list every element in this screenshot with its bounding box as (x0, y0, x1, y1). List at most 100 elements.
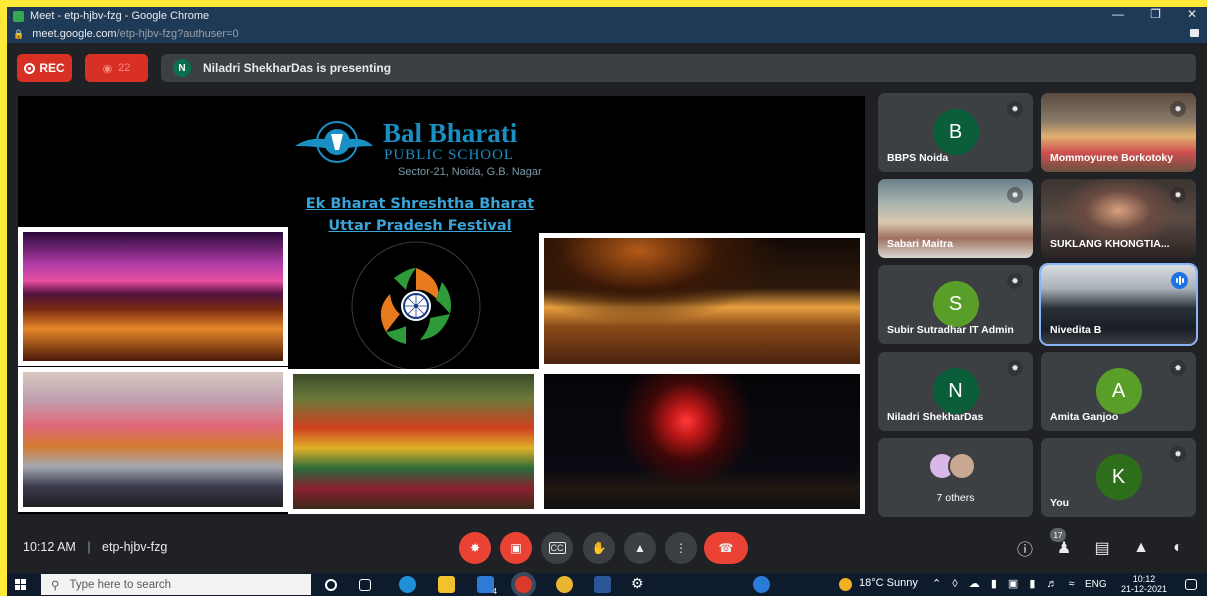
participant-tile[interactable]: A ✸ Amita Ganjoo (1041, 352, 1196, 431)
chrome-active-icon[interactable] (515, 576, 532, 593)
microphone-toggle-button[interactable]: ✸ (459, 532, 491, 564)
mail-badge: 4 (492, 587, 497, 596)
cortana-icon[interactable] (325, 579, 337, 591)
camera-indicator-icon[interactable] (1190, 29, 1199, 37)
photo-diyas (18, 227, 288, 366)
participant-name: Nivedita B (1050, 324, 1102, 336)
lock-icon[interactable]: 🔒 (13, 29, 24, 40)
system-tray-icons[interactable]: ⌃ ◊ ☁ ▮ ▣ ▮ ♬ ≈ (932, 577, 1079, 590)
participant-name: Niladri ShekharDas (887, 411, 984, 423)
viewers-button[interactable]: ◉ 22 (85, 54, 148, 82)
shield-icon: ◐ (1173, 539, 1183, 556)
host-controls-button[interactable]: ◐ (1167, 537, 1189, 559)
hand-icon: ✋ (591, 541, 607, 555)
leave-call-button[interactable]: ☎ (704, 532, 748, 564)
speaking-indicator-icon (1171, 272, 1188, 289)
eye-icon: ◉ (102, 62, 113, 75)
camera-off-icon: ▣ (510, 541, 522, 555)
captions-icon: CC (548, 542, 566, 554)
others-tile[interactable]: 7 others (878, 438, 1033, 517)
photo-fireworks (539, 369, 865, 514)
hang-up-icon: ☎ (718, 541, 734, 555)
mic-off-icon: ✸ (1007, 101, 1023, 117)
meeting-time: 10:12 AM (23, 540, 76, 554)
photo-ravan-dahan (539, 233, 865, 369)
chrome-icon[interactable] (556, 576, 573, 593)
help-icon[interactable] (753, 576, 770, 593)
school-name: Bal Bharati (383, 118, 518, 148)
mic-off-icon: ✸ (1007, 360, 1023, 376)
activities-button[interactable]: ▲ (1130, 537, 1152, 559)
task-view-icon[interactable] (359, 579, 371, 591)
mic-off-icon: ✸ (1170, 187, 1186, 203)
self-name: You (1050, 497, 1070, 509)
settings-icon[interactable]: ⚙ (631, 575, 648, 592)
participant-tile[interactable]: ✸ SUKLANG KHONGTIA... (1041, 179, 1196, 258)
language-indicator[interactable]: ENG (1085, 579, 1107, 590)
participant-tile-active-speaker[interactable]: Nivedita B (1039, 263, 1198, 346)
url-path: /etp-hjbv-fzg?authuser=0 (116, 28, 239, 40)
windows-start-icon[interactable] (15, 579, 26, 590)
taskbar-clock[interactable]: 10:12 21-12-2021 (1121, 574, 1167, 594)
record-icon (24, 62, 36, 74)
participant-avatar: B (932, 109, 979, 155)
clock-date: 21-12-2021 (1120, 584, 1167, 594)
presentation-slide: Bal Bharati PUBLIC SCHOOL Sector-21, Noi… (18, 96, 865, 514)
participant-avatar: N (932, 368, 979, 414)
mail-icon[interactable]: 4 (477, 576, 497, 596)
recording-label: REC (39, 61, 65, 75)
weather-text[interactable]: 18°C Sunny (859, 577, 918, 589)
participant-tile[interactable]: ✸ Mommoyuree Borkotoky (1041, 93, 1196, 172)
meeting-code: etp-hjbv-fzg (102, 540, 168, 554)
participant-name: Sabari Maitra (887, 238, 953, 250)
more-vert-icon: ⋮ (675, 541, 687, 555)
presenting-banner: N Niladri ShekharDas is presenting (161, 54, 1196, 82)
recording-button[interactable]: REC (17, 54, 72, 82)
participant-tile[interactable]: B ✸ BBPS Noida (878, 93, 1033, 172)
weather-icon[interactable] (839, 578, 852, 591)
present-icon: ▲ (634, 541, 646, 555)
window-title: Meet - etp-hjbv-fzg - Google Chrome (30, 10, 210, 22)
chat-button[interactable]: ▤ (1091, 537, 1113, 559)
photo-diyas-image (23, 232, 283, 361)
photo-folk-dance-image (293, 374, 534, 509)
ebsb-logo-icon (351, 241, 481, 371)
people-button[interactable]: 17 ♟ (1050, 528, 1075, 559)
restore-icon[interactable]: ❐ (1150, 7, 1161, 21)
taskbar-search-box[interactable]: ⚲ Type here to search (41, 574, 311, 595)
more-options-button[interactable]: ⋮ (665, 532, 697, 564)
self-tile[interactable]: K ✸ You (1041, 438, 1196, 517)
notifications-icon[interactable] (1185, 579, 1197, 590)
title-bar: Meet - etp-hjbv-fzg - Google Chrome — ❐ … (7, 7, 1207, 25)
participant-tile[interactable]: N ✸ Niladri ShekharDas (878, 352, 1033, 431)
camera-toggle-button[interactable]: ▣ (500, 532, 532, 564)
file-explorer-icon[interactable] (438, 576, 455, 593)
address-bar[interactable]: 🔒 meet.google.com /etp-hjbv-fzg?authuser… (7, 25, 1207, 43)
others-label: 7 others (936, 492, 975, 504)
captions-button[interactable]: CC (541, 532, 573, 564)
presenting-text: Niladri ShekharDas is presenting (203, 61, 392, 75)
participant-count-badge: 17 (1050, 528, 1066, 542)
minimize-icon[interactable]: — (1112, 7, 1124, 21)
clock-time: 10:12 (1132, 574, 1156, 584)
present-now-button[interactable]: ▲ (624, 532, 656, 564)
separator: | (87, 540, 91, 554)
edge-icon[interactable] (399, 576, 416, 593)
photo-ram-procession-image (23, 372, 283, 507)
slide-title-line1: Ek Bharat Shreshtha Bharat (305, 196, 535, 212)
participant-tile[interactable]: S ✸ Subir Sutradhar IT Admin (878, 265, 1033, 344)
others-avatars (928, 452, 988, 480)
self-avatar: K (1095, 454, 1142, 500)
meet-favicon-icon (13, 10, 24, 22)
close-icon[interactable]: ✕ (1187, 7, 1197, 21)
participant-tile[interactable]: ✸ Sabari Maitra (878, 179, 1033, 258)
slide-title-line2: Uttar Pradesh Festival (328, 218, 512, 234)
search-placeholder: Type here to search (69, 578, 172, 591)
mic-off-icon: ✸ (469, 541, 481, 555)
meeting-details-button[interactable]: ⓘ (1014, 537, 1036, 559)
word-icon[interactable] (594, 576, 611, 593)
raise-hand-button[interactable]: ✋ (583, 532, 615, 564)
participant-name: Amita Ganjoo (1050, 411, 1119, 423)
viewers-count: 22 (118, 62, 131, 74)
mic-off-icon: ✸ (1170, 360, 1186, 376)
